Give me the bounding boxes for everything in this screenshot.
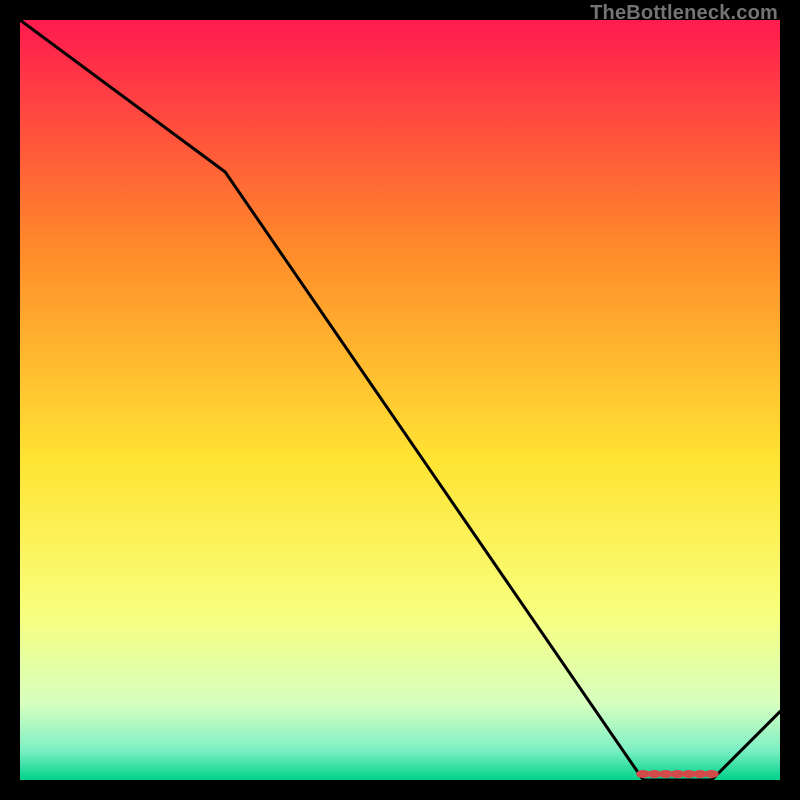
chart-frame bbox=[20, 20, 780, 780]
bottleneck-chart bbox=[20, 20, 780, 780]
minimum-marker bbox=[705, 770, 719, 778]
gradient-background bbox=[20, 20, 780, 780]
